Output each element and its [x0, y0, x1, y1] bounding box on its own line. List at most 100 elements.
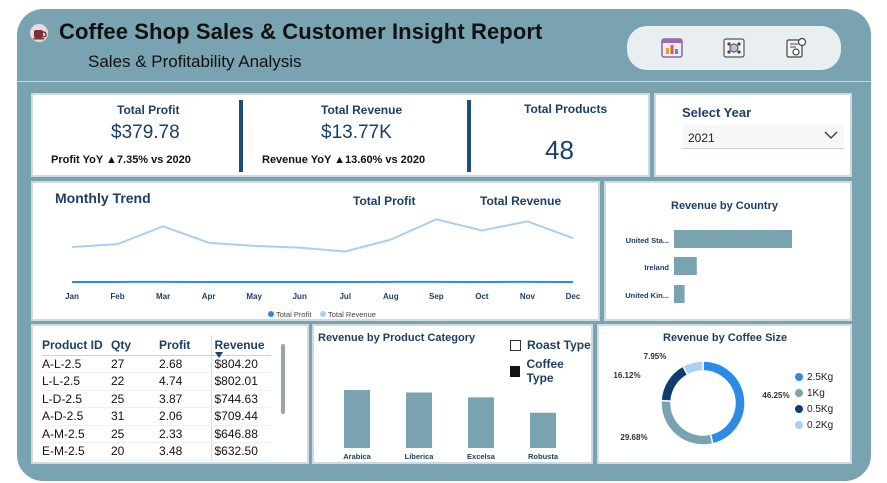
revenue-by-country-chart: United Sta... Ireland United Kin...: [625, 230, 792, 303]
category-card: Revenue by Product Category Roast Type C…: [312, 324, 593, 464]
country-label: United Sta...: [626, 236, 669, 245]
products-label: Total Products: [524, 102, 608, 116]
cell-product-id: E-M-2.5: [42, 442, 111, 461]
legend-item: 0.5Kg: [795, 401, 833, 417]
table-row[interactable]: E-M-2.5 20 3.48 $632.50: [42, 442, 271, 461]
table-row[interactable]: A-M-2.5 25 2.33 $646.88: [42, 425, 271, 443]
report-title: Coffee Shop Sales & Customer Insight Rep…: [59, 19, 543, 44]
legend-label: 0.5Kg: [807, 403, 834, 415]
nav-dashboard-button[interactable]: [658, 34, 686, 62]
legend-dot: [795, 405, 803, 413]
country-label: Ireland: [644, 263, 669, 272]
legend-dot: [795, 373, 803, 381]
dashboard-icon: [661, 38, 683, 58]
country-bar: [674, 257, 697, 275]
legend-label: 1Kg: [807, 387, 825, 399]
legend-item: 1Kg: [795, 385, 833, 401]
chevron-down-icon: [824, 131, 838, 139]
x-tick-label: Oct: [475, 292, 489, 301]
x-tick-label: Jul: [339, 292, 351, 301]
header-divider: [17, 81, 871, 82]
monthly-trend-chart: Jan Feb Mar Apr May Jun Jul Aug Sep Oct Nov Dec Tota…: [65, 218, 581, 319]
legend-item: 0.2Kg: [795, 417, 833, 433]
size-slice: [660, 399, 714, 446]
product-table: Product ID Qty Profit Revenue A-L-2.5 27 2…: [42, 335, 271, 461]
nav-customer-button[interactable]: [782, 34, 810, 62]
profit-label: Total Profit: [117, 103, 180, 117]
cell-revenue: $709.44: [210, 407, 271, 426]
coffee-cup-icon: [30, 24, 48, 42]
x-tick-label: Dec: [566, 292, 581, 301]
page-navigator: [627, 26, 841, 70]
legend-label: 0.2Kg: [807, 419, 834, 431]
size-slice: [702, 360, 746, 445]
x-tick-label: May: [246, 292, 262, 301]
table-row[interactable]: L-D-2.5 25 3.87 $744.63: [42, 390, 271, 408]
legend-profit-dot: [268, 311, 274, 317]
slice-value-label: 29.68%: [620, 433, 647, 442]
coffee-beans-icon: [723, 38, 745, 58]
year-dropdown-value: 2021: [688, 131, 715, 145]
table-row[interactable]: A-L-2.5 27 2.68 $804.20: [42, 355, 271, 373]
category-label: Excelsa: [467, 452, 496, 461]
category-bar: [406, 392, 432, 448]
table-row[interactable]: A-D-2.5 31 2.06 $709.44: [42, 407, 271, 426]
legend-label: 2.5Kg: [807, 371, 834, 383]
cell-product-id: L-L-2.5: [42, 372, 111, 391]
cell-qty: 20: [111, 442, 159, 461]
cell-revenue: $646.88: [210, 425, 271, 443]
slice-value-label: 7.95%: [644, 352, 667, 361]
column-revenue[interactable]: Revenue: [210, 335, 271, 358]
cell-qty: 25: [111, 425, 159, 443]
size-slice: [681, 360, 704, 376]
x-tick-label: Feb: [110, 292, 124, 301]
cell-profit: 2.33: [159, 425, 211, 443]
cell-qty: 31: [111, 407, 159, 426]
column-qty[interactable]: Qty: [111, 335, 159, 356]
cell-profit: 2.68: [159, 355, 211, 373]
customer-report-icon: [786, 37, 807, 58]
cell-qty: 25: [111, 390, 159, 408]
legend-profit-label: Total Profit: [276, 310, 312, 319]
cell-profit: 3.87: [159, 390, 211, 408]
table-scrollbar[interactable]: [281, 344, 285, 414]
cell-product-id: L-D-2.5: [42, 390, 111, 408]
cell-qty: 22: [111, 372, 159, 391]
category-label: Arabica: [343, 452, 371, 461]
revenue-series-line: [71, 218, 574, 253]
x-tick-label: Jun: [293, 292, 307, 301]
x-tick-label: Sep: [429, 292, 444, 301]
category-bar: [468, 397, 494, 448]
cell-revenue: $802.01: [210, 372, 271, 391]
column-revenue-label: Revenue: [214, 337, 265, 352]
revenue-by-category-chart: Arabica Liberica Excelsa Robusta: [343, 390, 559, 461]
country-bar: [674, 230, 792, 248]
year-filter-card: Select Year 2021: [654, 93, 852, 177]
cell-qty: 27: [111, 355, 159, 373]
cell-product-id: A-L-2.5: [42, 355, 111, 373]
column-product-id[interactable]: Product ID: [42, 335, 111, 356]
category-bar: [530, 412, 556, 448]
year-dropdown[interactable]: 2021: [682, 125, 844, 149]
category-label: Robusta: [528, 452, 559, 461]
x-tick-label: Jan: [65, 292, 79, 301]
x-tick-label: Mar: [156, 292, 170, 301]
country-label: United Kin...: [625, 291, 669, 300]
cell-revenue: $744.63: [210, 390, 271, 408]
legend-revenue-label: Total Revenue: [328, 310, 376, 319]
table-row[interactable]: L-L-2.5 22 4.74 $802.01: [42, 372, 271, 391]
column-profit[interactable]: Profit: [159, 335, 211, 356]
size-slice: [660, 365, 689, 402]
monthly-trend-card: Monthly Trend Total Profit Total Revenue…: [31, 181, 600, 321]
legend-dot: [795, 389, 803, 397]
legend-revenue-dot: [320, 311, 326, 317]
revenue-yoy: Revenue YoY ▲13.60% vs 2020: [262, 154, 426, 166]
x-tick-label: Nov: [520, 292, 536, 301]
nav-coffee-button[interactable]: [720, 34, 748, 62]
kpi-divider: [239, 100, 243, 172]
table-header-row: Product ID Qty Profit Revenue: [42, 335, 271, 358]
product-table-card: Product ID Qty Profit Revenue A-L-2.5 27 2…: [31, 324, 309, 464]
cell-revenue: $632.50: [210, 442, 271, 461]
revenue-label: Total Revenue: [321, 103, 403, 117]
cell-profit: 4.74: [159, 372, 211, 391]
